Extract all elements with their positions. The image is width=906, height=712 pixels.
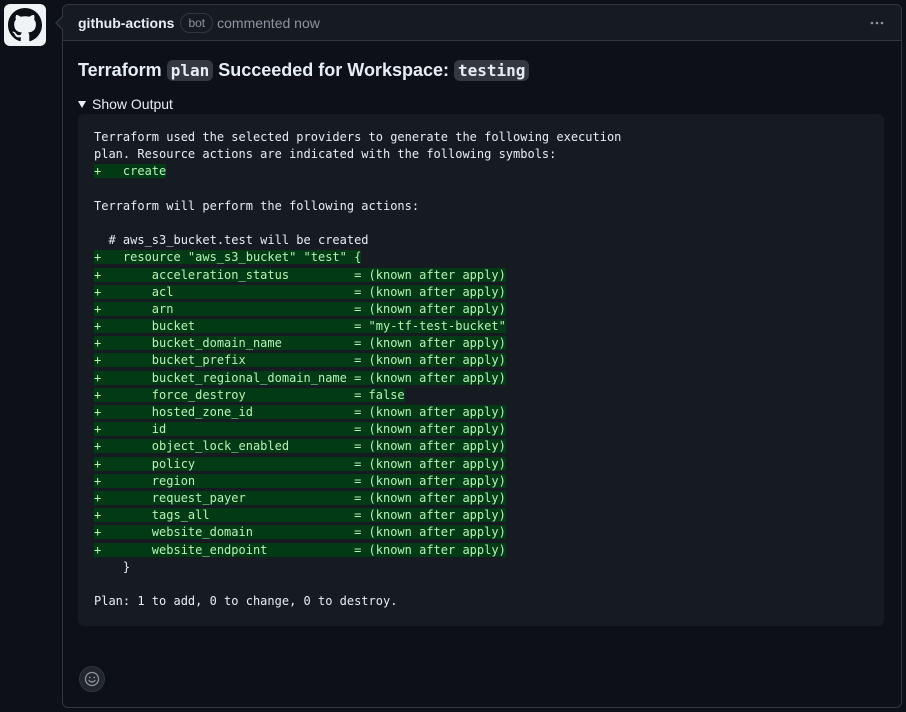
comment-body: Terraform plan Succeeded for Workspace: …	[63, 57, 901, 627]
output-line: + acceleration_status = (known after app…	[94, 267, 868, 284]
output-line: Terraform will perform the following act…	[94, 198, 868, 215]
added-line-text: + create	[94, 164, 167, 179]
terraform-output: Terraform used the selected providers to…	[78, 114, 884, 627]
added-line-text: + region = (known after apply)	[94, 473, 506, 488]
output-line: + tags_all = (known after apply)	[94, 507, 868, 524]
output-line: Plan: 1 to add, 0 to change, 0 to destro…	[94, 593, 868, 610]
added-line-text: + website_domain = (known after apply)	[94, 525, 506, 540]
line-text: # aws_s3_bucket.test will be created	[94, 233, 369, 248]
output-line: + object_lock_enabled = (known after app…	[94, 438, 868, 455]
output-line: + create	[94, 163, 868, 180]
added-line-text: + tags_all = (known after apply)	[94, 508, 506, 523]
added-line-text: + acl = (known after apply)	[94, 284, 506, 299]
disclosure-triangle-icon	[78, 100, 86, 108]
added-line-text: + bucket = "my-tf-test-bucket"	[94, 319, 506, 334]
line-text: Terraform used the selected providers to…	[94, 130, 622, 144]
output-line: + policy = (known after apply)	[94, 456, 868, 473]
added-line-text: + acceleration_status = (known after app…	[94, 267, 506, 282]
added-line-text: + arn = (known after apply)	[94, 301, 506, 316]
output-line: plan. Resource actions are indicated wit…	[94, 146, 868, 163]
added-line-text: + bucket_prefix = (known after apply)	[94, 353, 506, 368]
output-line: + region = (known after apply)	[94, 473, 868, 490]
added-line-text: + hosted_zone_id = (known after apply)	[94, 405, 506, 419]
line-text: Plan: 1 to add, 0 to change, 0 to destro…	[94, 594, 398, 609]
output-line: + bucket = "my-tf-test-bucket"	[94, 318, 868, 335]
title-code-plan: plan	[166, 60, 214, 81]
show-output-label: Show Output	[92, 96, 173, 112]
added-line-text: + bucket_regional_domain_name = (known a…	[94, 370, 506, 385]
output-line: + arn = (known after apply)	[94, 301, 868, 318]
github-mark-icon	[8, 8, 42, 42]
author-link[interactable]: github-actions	[78, 15, 174, 31]
added-line-text: + id = (known after apply)	[94, 422, 506, 437]
comment-timestamp[interactable]: commented now	[217, 15, 320, 31]
line-text: plan. Resource actions are indicated wit…	[94, 147, 557, 162]
output-line: + resource "aws_s3_bucket" "test" {	[94, 249, 868, 266]
bot-badge: bot	[180, 12, 214, 33]
title-text-2: Succeeded for Workspace:	[213, 60, 454, 80]
output-line: + bucket_regional_domain_name = (known a…	[94, 370, 868, 387]
output-line: + force_destroy = false	[94, 387, 868, 404]
added-line-text: + object_lock_enabled = (known after app…	[94, 439, 506, 454]
smiley-icon	[84, 671, 100, 687]
output-line: + website_endpoint = (known after apply)	[94, 542, 868, 559]
output-line: + bucket_prefix = (known after apply)	[94, 352, 868, 369]
comment-options-button[interactable]	[867, 14, 887, 32]
comment-header: github-actions bot commented now	[63, 5, 901, 41]
line-text: }	[94, 559, 131, 574]
line-text: Terraform will perform the following act…	[94, 198, 420, 213]
added-line-text: + bucket_domain_name = (known after appl…	[94, 336, 506, 351]
output-line: + hosted_zone_id = (known after apply)	[94, 404, 868, 421]
avatar[interactable]	[4, 4, 46, 46]
added-line-text: + resource "aws_s3_bucket" "test" {	[94, 250, 362, 265]
show-output-toggle[interactable]: Show Output	[78, 96, 886, 112]
added-line-text: + force_destroy = false	[94, 387, 405, 402]
comment-box: github-actions bot commented now Terrafo…	[55, 4, 902, 708]
output-line: Terraform used the selected providers to…	[94, 129, 868, 146]
title-code-workspace: testing	[453, 60, 530, 81]
added-line-text: + request_payer = (known after apply)	[94, 490, 506, 505]
title-text-1: Terraform	[78, 60, 167, 80]
output-line: + request_payer = (known after apply)	[94, 490, 868, 507]
added-line-text: + website_endpoint = (known after apply)	[94, 542, 506, 557]
output-line: + id = (known after apply)	[94, 421, 868, 438]
output-line: # aws_s3_bucket.test will be created	[94, 232, 868, 249]
add-reaction-button[interactable]	[79, 666, 105, 692]
added-line-text: + policy = (known after apply)	[94, 456, 506, 471]
output-line: + bucket_domain_name = (known after appl…	[94, 335, 868, 352]
comment-title: Terraform plan Succeeded for Workspace: …	[78, 57, 886, 84]
kebab-horizontal-icon	[870, 21, 884, 25]
output-line: + website_domain = (known after apply)	[94, 524, 868, 541]
output-line: + acl = (known after apply)	[94, 284, 868, 301]
output-line: }	[94, 559, 868, 576]
